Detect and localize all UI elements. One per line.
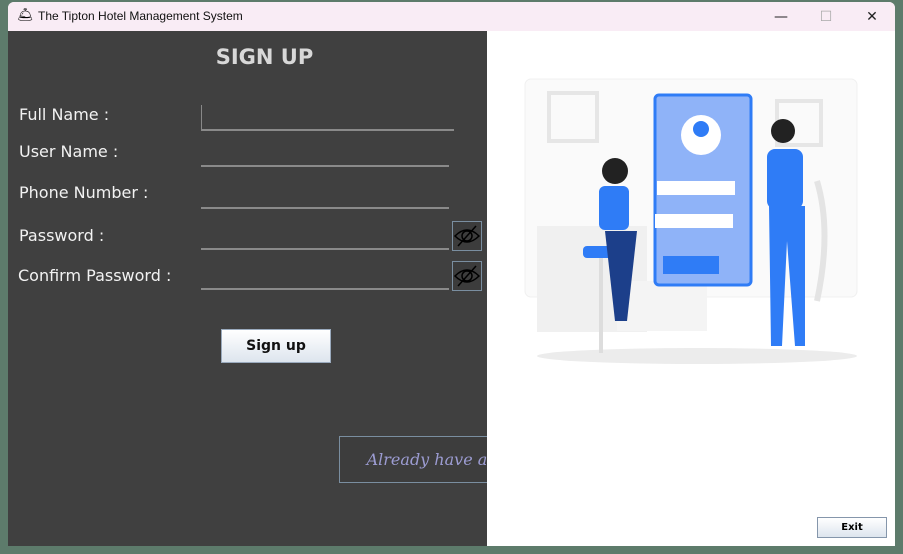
toggle-confirm-password-visibility-button[interactable] <box>452 261 482 291</box>
page-title: SIGN UP <box>215 45 314 69</box>
user-name-label: User Name : <box>19 142 119 161</box>
password-input[interactable] <box>201 226 449 250</box>
app-icon: 🛎 <box>17 8 34 23</box>
title-bar: 🛎 The Tipton Hotel Management System — ☐… <box>8 2 895 31</box>
window-title: The Tipton Hotel Management System <box>38 9 243 23</box>
signup-panel: SIGN UP Full Name : User Name : Phone Nu… <box>8 31 603 546</box>
confirm-password-input[interactable] <box>201 266 449 290</box>
phone-number-input[interactable] <box>201 185 449 209</box>
illustration-panel: Exit <box>487 31 895 546</box>
password-label: Password : <box>19 226 105 245</box>
sign-up-button[interactable]: Sign up <box>221 329 331 363</box>
full-name-input[interactable] <box>201 105 454 131</box>
confirm-password-label: Confirm Password : <box>18 266 172 285</box>
exit-button[interactable]: Exit <box>817 517 887 538</box>
full-name-label: Full Name : <box>19 105 110 124</box>
eye-slash-icon <box>453 225 481 247</box>
signup-illustration <box>524 78 858 364</box>
user-name-input[interactable] <box>201 143 449 167</box>
toggle-password-visibility-button[interactable] <box>452 221 482 251</box>
maximize-button[interactable]: ☐ <box>806 6 846 28</box>
eye-slash-icon <box>453 265 481 287</box>
minimize-button[interactable]: — <box>761 6 801 28</box>
app-window: 🛎 The Tipton Hotel Management System — ☐… <box>8 2 895 546</box>
phone-number-label: Phone Number : <box>19 183 149 202</box>
close-button[interactable]: ✕ <box>852 6 892 28</box>
